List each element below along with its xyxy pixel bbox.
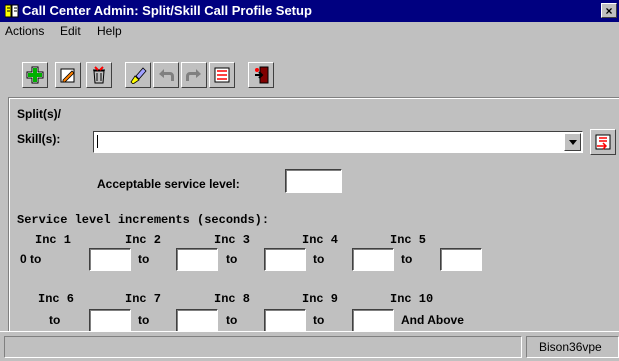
select-list-button[interactable]: [590, 129, 616, 155]
inc-7-header: Inc 7: [125, 292, 162, 306]
split-label-line2: Skill(s):: [17, 132, 61, 146]
status-bar: Bison36vpe: [0, 331, 619, 361]
row1-prefix-label: 0 to: [20, 252, 42, 266]
close-icon: ×: [605, 4, 613, 18]
delete-button[interactable]: [86, 62, 112, 88]
inc-8-header: Inc 8: [214, 292, 251, 306]
inc-6-input[interactable]: [89, 309, 131, 332]
select-list-icon: [595, 134, 611, 150]
inc-1-input[interactable]: [89, 248, 131, 271]
row2-to-label: to: [313, 313, 325, 327]
inc-2-input[interactable]: [176, 248, 218, 271]
close-button[interactable]: ×: [601, 3, 617, 18]
exit-icon: [255, 66, 269, 84]
inc-3-header: Inc 3: [214, 233, 251, 247]
menu-bar: Actions Edit Help: [0, 22, 619, 40]
row1-to-label: to: [138, 252, 150, 266]
list-button[interactable]: [209, 62, 235, 88]
inc-2-header: Inc 2: [125, 233, 162, 247]
clear-button[interactable]: [125, 62, 151, 88]
dropdown-button[interactable]: [564, 133, 581, 151]
toolbar: [0, 40, 619, 92]
edit-icon: [60, 68, 75, 83]
row2-to-label: to: [138, 313, 150, 327]
menu-help[interactable]: Help: [97, 24, 122, 38]
add-button[interactable]: [22, 62, 48, 88]
inc-9-header: Inc 9: [302, 292, 339, 306]
redo-button[interactable]: [181, 62, 207, 88]
menu-edit[interactable]: Edit: [60, 24, 81, 38]
inc-5-input[interactable]: [440, 248, 482, 271]
text-caret: [97, 135, 98, 148]
title-bar: Call Center Admin: Split/Skill Call Prof…: [0, 0, 619, 22]
acceptable-service-level-input[interactable]: [285, 169, 342, 193]
menu-actions[interactable]: Actions: [5, 24, 44, 38]
status-message: [4, 336, 522, 358]
status-user: Bison36vpe: [526, 336, 619, 358]
redo-icon: [186, 69, 201, 81]
row2-to-label: to: [226, 313, 238, 327]
split-skill-combobox[interactable]: [93, 131, 583, 153]
inc-5-header: Inc 5: [390, 233, 427, 247]
undo-button[interactable]: [153, 62, 179, 88]
window-title: Call Center Admin: Split/Skill Call Prof…: [22, 3, 312, 18]
exit-button[interactable]: [248, 62, 274, 88]
inc-4-header: Inc 4: [302, 233, 339, 247]
split-label-line1: Split(s)/: [17, 107, 61, 121]
row1-to-label: to: [226, 252, 238, 266]
and-above-label: And Above: [401, 313, 464, 327]
inc-10-header: Inc 10: [390, 292, 434, 306]
inc-8-input[interactable]: [264, 309, 306, 332]
clear-icon: [130, 67, 147, 84]
inc-7-input[interactable]: [176, 309, 218, 332]
inc-3-input[interactable]: [264, 248, 306, 271]
delete-icon: [93, 66, 105, 84]
undo-icon: [159, 69, 174, 81]
acceptable-service-level-label: Acceptable service level:: [97, 177, 240, 191]
inc-6-header: Inc 6: [38, 292, 75, 306]
inc-4-input[interactable]: [352, 248, 394, 271]
list-icon: [214, 67, 230, 83]
chevron-down-icon: [569, 140, 577, 145]
row1-to-label: to: [401, 252, 413, 266]
row1-to-label: to: [313, 252, 325, 266]
inc-1-header: Inc 1: [35, 233, 72, 247]
edit-button[interactable]: [55, 62, 81, 88]
increments-heading: Service level increments (seconds):: [17, 213, 270, 227]
inc-9-input[interactable]: [352, 309, 394, 332]
add-icon: [26, 66, 44, 84]
row2-to-label: to: [49, 313, 61, 327]
app-book-icon: [5, 4, 19, 18]
